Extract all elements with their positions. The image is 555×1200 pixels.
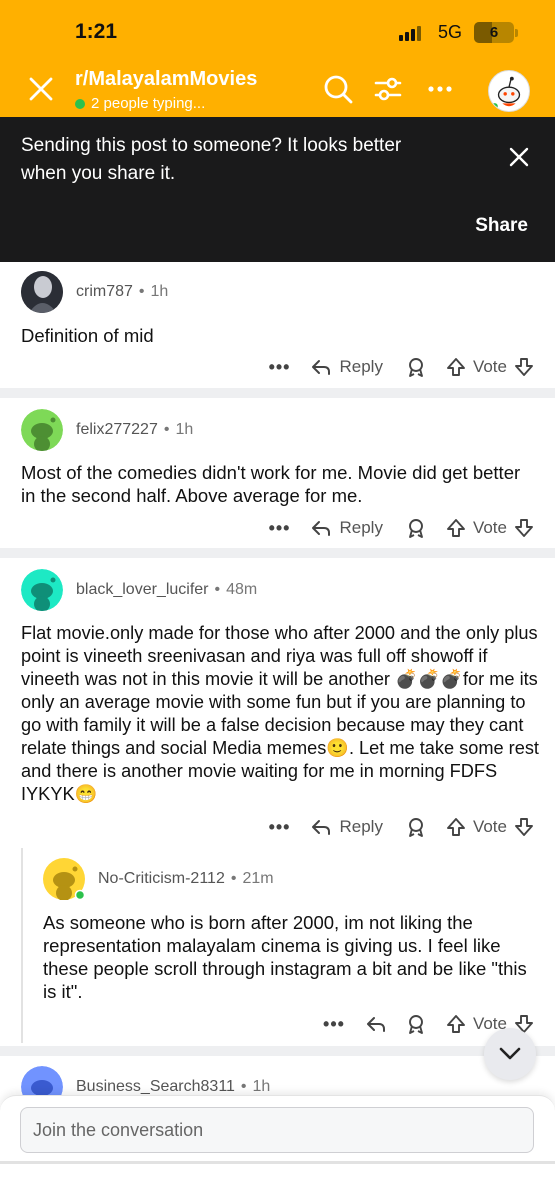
comment-time: 48m bbox=[226, 581, 258, 598]
bottom-divider bbox=[0, 1161, 555, 1164]
upvote-icon[interactable] bbox=[445, 356, 467, 378]
vote-label: Vote bbox=[472, 817, 507, 836]
reply-icon bbox=[312, 820, 331, 835]
comment-username[interactable]: felix277227 bbox=[76, 421, 158, 439]
battery-level: 6 bbox=[489, 24, 499, 41]
composer bbox=[0, 1095, 555, 1200]
divider bbox=[0, 388, 555, 398]
upvote-icon[interactable] bbox=[445, 517, 467, 539]
comment-separator: • bbox=[214, 581, 221, 598]
award-icon[interactable] bbox=[405, 356, 427, 378]
award-icon[interactable] bbox=[405, 1013, 427, 1035]
comment-separator: • bbox=[163, 421, 170, 438]
close-icon[interactable] bbox=[28, 76, 54, 102]
reply-button[interactable]: Reply bbox=[310, 517, 383, 539]
downvote-icon[interactable] bbox=[513, 816, 535, 838]
comment-separator: • bbox=[230, 870, 237, 887]
banner-text: Sending this post to someone? It looks b… bbox=[21, 135, 402, 184]
reply-label: Reply bbox=[339, 357, 383, 376]
status-time: 1:21 bbox=[75, 20, 118, 43]
thread-line[interactable] bbox=[21, 848, 23, 1043]
upvote-icon[interactable] bbox=[445, 816, 467, 838]
downvote-icon[interactable] bbox=[513, 517, 535, 539]
upvote-icon[interactable] bbox=[445, 1013, 467, 1035]
comment-body: Flat movie.only made for those who after… bbox=[21, 623, 539, 804]
more-icon[interactable] bbox=[424, 73, 456, 105]
vote-label: Vote bbox=[472, 518, 507, 537]
comment-username[interactable]: Business_Search8311 bbox=[76, 1078, 235, 1096]
comment-header: black_lover_lucifer • 48m bbox=[21, 569, 257, 611]
comment-header: felix277227 • 1h bbox=[21, 409, 193, 451]
reply-button[interactable]: Reply bbox=[310, 816, 383, 838]
comment-time: 21m bbox=[242, 870, 274, 887]
reply-icon bbox=[312, 360, 331, 375]
comment-separator: • bbox=[138, 283, 145, 300]
comment-body: Most of the comedies didn't work for me.… bbox=[21, 462, 521, 506]
typing-text: 2 people typing... bbox=[91, 95, 206, 112]
app-header: 1:21 5G 6 r/MalayalamMovies 2 people typ… bbox=[0, 0, 555, 117]
reply-label: Reply bbox=[339, 817, 383, 836]
comment-body: As someone who is born after 2000, im no… bbox=[43, 912, 527, 1002]
battery-icon: 6 bbox=[474, 22, 514, 43]
vote-label: Vote bbox=[472, 357, 507, 376]
signal-icon bbox=[399, 23, 421, 41]
comment-actions: ••• Reply Vote bbox=[269, 816, 535, 838]
comment-actions: ••• Reply Vote bbox=[269, 356, 535, 378]
share-banner: Sending this post to someone? It looks b… bbox=[0, 117, 555, 262]
comment-separator: • bbox=[240, 1078, 247, 1095]
comment-username[interactable]: black_lover_lucifer bbox=[76, 581, 209, 599]
avatar[interactable] bbox=[21, 271, 63, 313]
avatar[interactable] bbox=[21, 409, 63, 451]
subreddit-title[interactable]: r/MalayalamMovies bbox=[75, 68, 257, 91]
search-icon[interactable] bbox=[322, 73, 354, 105]
reply-icon bbox=[312, 521, 331, 536]
divider bbox=[0, 1046, 555, 1056]
comment-header: crim787 • 1h bbox=[21, 271, 168, 313]
close-icon[interactable] bbox=[507, 145, 531, 169]
reply-icon[interactable] bbox=[365, 1013, 387, 1035]
avatar[interactable] bbox=[488, 70, 530, 112]
comment-time: 1h bbox=[252, 1078, 271, 1095]
typing-indicator: 2 people typing... bbox=[75, 95, 205, 112]
comment-time: 1h bbox=[175, 421, 194, 438]
comment-time: 1h bbox=[150, 283, 169, 300]
comment-username[interactable]: crim787 bbox=[76, 283, 133, 301]
avatar[interactable] bbox=[43, 858, 86, 901]
comment-body: Definition of mid bbox=[21, 325, 154, 346]
more-icon[interactable]: ••• bbox=[269, 357, 291, 378]
award-icon[interactable] bbox=[405, 816, 427, 838]
online-dot bbox=[75, 98, 85, 109]
more-icon[interactable]: ••• bbox=[323, 1014, 345, 1035]
scroll-down-button[interactable] bbox=[484, 1028, 536, 1080]
reply-button[interactable]: Reply bbox=[310, 356, 383, 378]
comment-username[interactable]: No-Criticism-2112 bbox=[98, 870, 225, 888]
comment-input[interactable] bbox=[20, 1107, 534, 1153]
battery-tip bbox=[515, 29, 518, 37]
divider bbox=[0, 548, 555, 558]
more-icon[interactable]: ••• bbox=[269, 518, 291, 539]
comment-actions: ••• Reply Vote bbox=[269, 517, 535, 539]
award-icon[interactable] bbox=[405, 517, 427, 539]
avatar[interactable] bbox=[21, 569, 63, 611]
downvote-icon[interactable] bbox=[513, 356, 535, 378]
reply-label: Reply bbox=[339, 518, 383, 537]
chevron-down-icon bbox=[499, 1047, 521, 1060]
share-button[interactable]: Share bbox=[475, 215, 528, 237]
filter-icon[interactable] bbox=[372, 73, 404, 105]
network-label: 5G bbox=[438, 22, 463, 42]
more-icon[interactable]: ••• bbox=[269, 817, 291, 838]
comment-header: No-Criticism-2112 • 21m bbox=[43, 858, 274, 901]
